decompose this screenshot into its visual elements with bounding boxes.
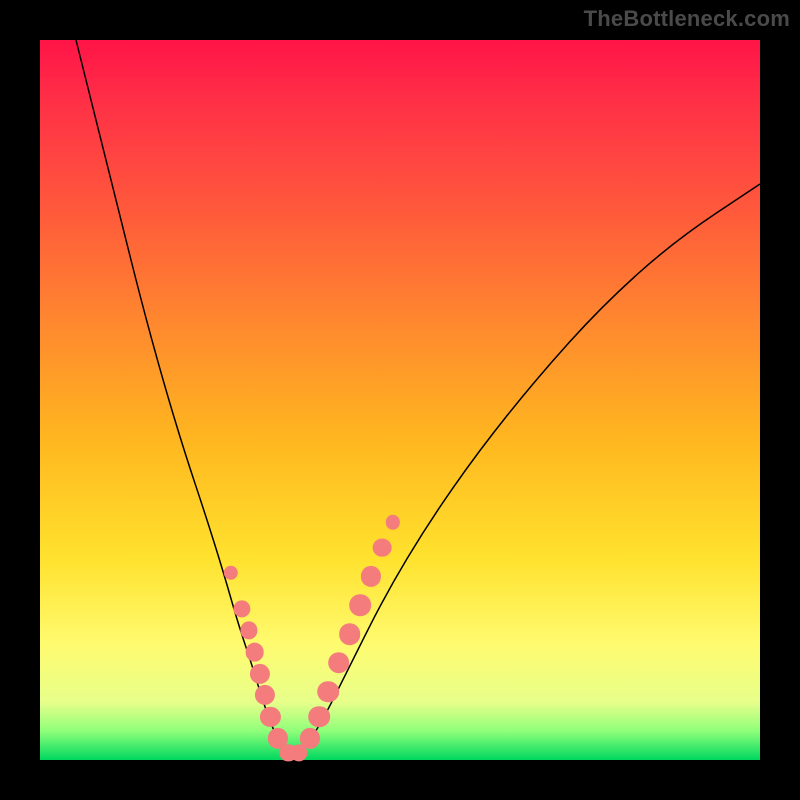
salmon-dot [300,728,320,748]
salmon-dot [233,600,250,617]
marks-layer [40,40,760,760]
salmon-dot [361,566,381,586]
salmon-dot [250,664,270,684]
salmon-dot [386,515,400,529]
salmon-dot [224,566,238,580]
salmon-dot [309,706,331,728]
salmon-dot [245,643,264,662]
salmon-dot [240,622,257,639]
watermark-text: TheBottleneck.com [584,6,790,32]
salmon-dot [255,685,275,705]
salmon-dot [260,707,280,727]
salmon-dot [339,623,361,645]
salmon-dot [350,594,372,616]
plot-area [40,40,760,760]
outer-frame: TheBottleneck.com [0,0,800,800]
salmon-dot [317,681,339,703]
salmon-dot [373,538,392,557]
salmon-dot [328,652,350,674]
